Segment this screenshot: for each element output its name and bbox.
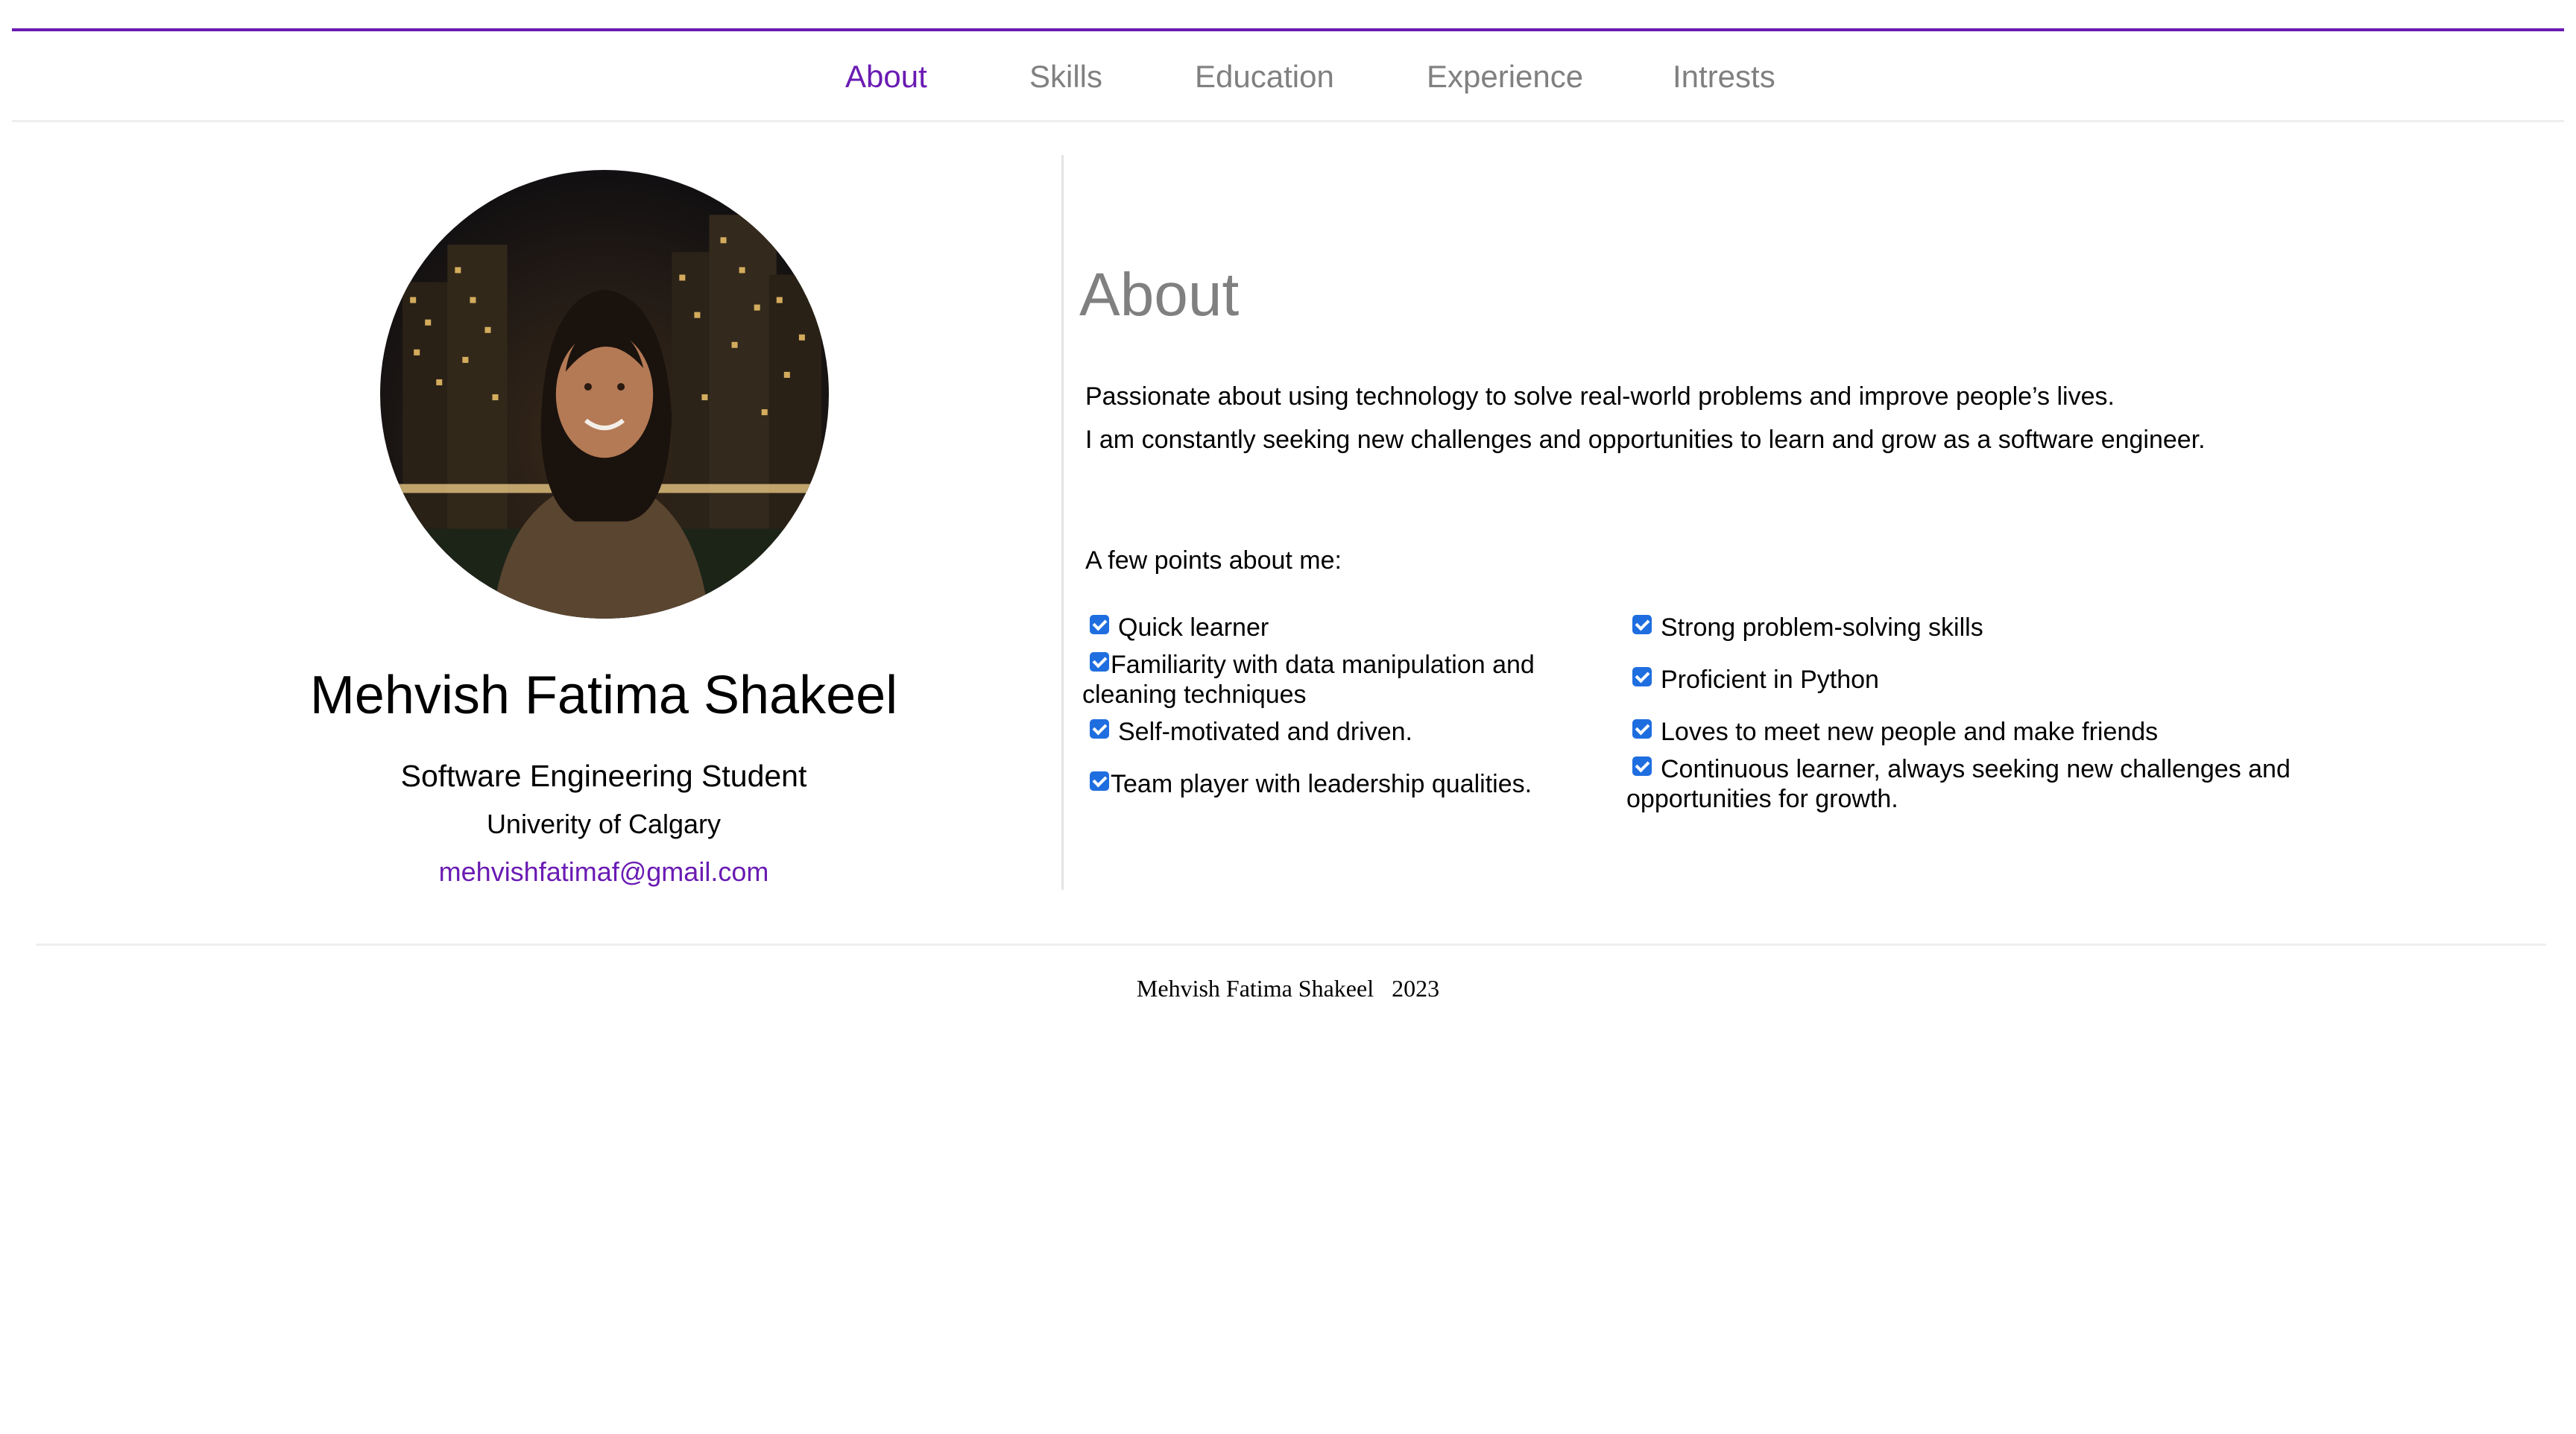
- point-item: Self-motivated and driven.: [1090, 717, 1412, 747]
- checkbox-checked-icon[interactable]: [1632, 667, 1652, 686]
- point-item: Familiarity with data manipulation and c…: [1082, 650, 1619, 710]
- checkbox-checked-icon[interactable]: [1632, 615, 1652, 634]
- profile-photo: [380, 170, 829, 619]
- checkbox-checked-icon[interactable]: [1090, 719, 1109, 739]
- nav-about[interactable]: About: [845, 58, 927, 95]
- nav-experience[interactable]: Experience: [1427, 58, 1583, 95]
- point-item: Strong problem-solving skills: [1632, 613, 1983, 642]
- point-text: Continuous learner, always seeking new c…: [1626, 755, 2291, 813]
- profile-name: Mehvish Fatima Shakeel: [309, 666, 898, 725]
- checkbox-checked-icon[interactable]: [1090, 771, 1109, 791]
- point-item: Team player with leadership qualities.: [1090, 769, 1532, 799]
- footer-divider: [36, 944, 2546, 946]
- point-text: Proficient in Python: [1661, 666, 1879, 694]
- point-text: Team player with leadership qualities.: [1111, 770, 1532, 798]
- point-item: Continuous learner, always seeking new c…: [1626, 754, 2297, 814]
- point-item: Proficient in Python: [1632, 665, 1879, 695]
- checkbox-checked-icon[interactable]: [1632, 757, 1652, 776]
- point-item: Quick learner: [1090, 613, 1269, 642]
- point-text: Quick learner: [1118, 613, 1269, 642]
- about-paragraph-1: Passionate about using technology to sol…: [1085, 382, 2115, 411]
- point-item: Loves to meet new people and make friend…: [1632, 717, 2158, 747]
- nav-skills[interactable]: Skills: [1029, 58, 1102, 95]
- nav-intrests[interactable]: Intrests: [1673, 58, 1775, 95]
- checkbox-checked-icon[interactable]: [1090, 615, 1109, 634]
- column-divider: [1061, 155, 1064, 890]
- checkbox-checked-icon[interactable]: [1632, 719, 1652, 739]
- nav-education[interactable]: Education: [1195, 58, 1334, 95]
- avatar: [380, 170, 829, 619]
- points-label: A few points about me:: [1085, 546, 1342, 575]
- point-text: Strong problem-solving skills: [1661, 613, 1983, 642]
- email-link[interactable]: mehvishfatimaf@gmail.com: [0, 856, 1208, 888]
- profile-card: Mehvish Fatima Shakeel Software Engineer…: [0, 122, 1063, 890]
- profile-school: Univerity of Calgary: [486, 809, 722, 839]
- checkbox-checked-icon[interactable]: [1090, 652, 1109, 672]
- point-text: Loves to meet new people and make friend…: [1661, 718, 2159, 746]
- top-nav: About Skills Education Experience Intres…: [12, 28, 2564, 122]
- point-text: Self-motivated and driven.: [1118, 718, 1412, 746]
- point-text: Familiarity with data manipulation and c…: [1082, 651, 1535, 709]
- profile-role: Software Engineering Student: [400, 759, 807, 793]
- about-title: About: [1079, 261, 1240, 329]
- footer-text: Mehvish Fatima Shakeel 2023: [1136, 975, 1440, 1002]
- about-paragraph-2: I am constantly seeking new challenges a…: [1085, 426, 2206, 454]
